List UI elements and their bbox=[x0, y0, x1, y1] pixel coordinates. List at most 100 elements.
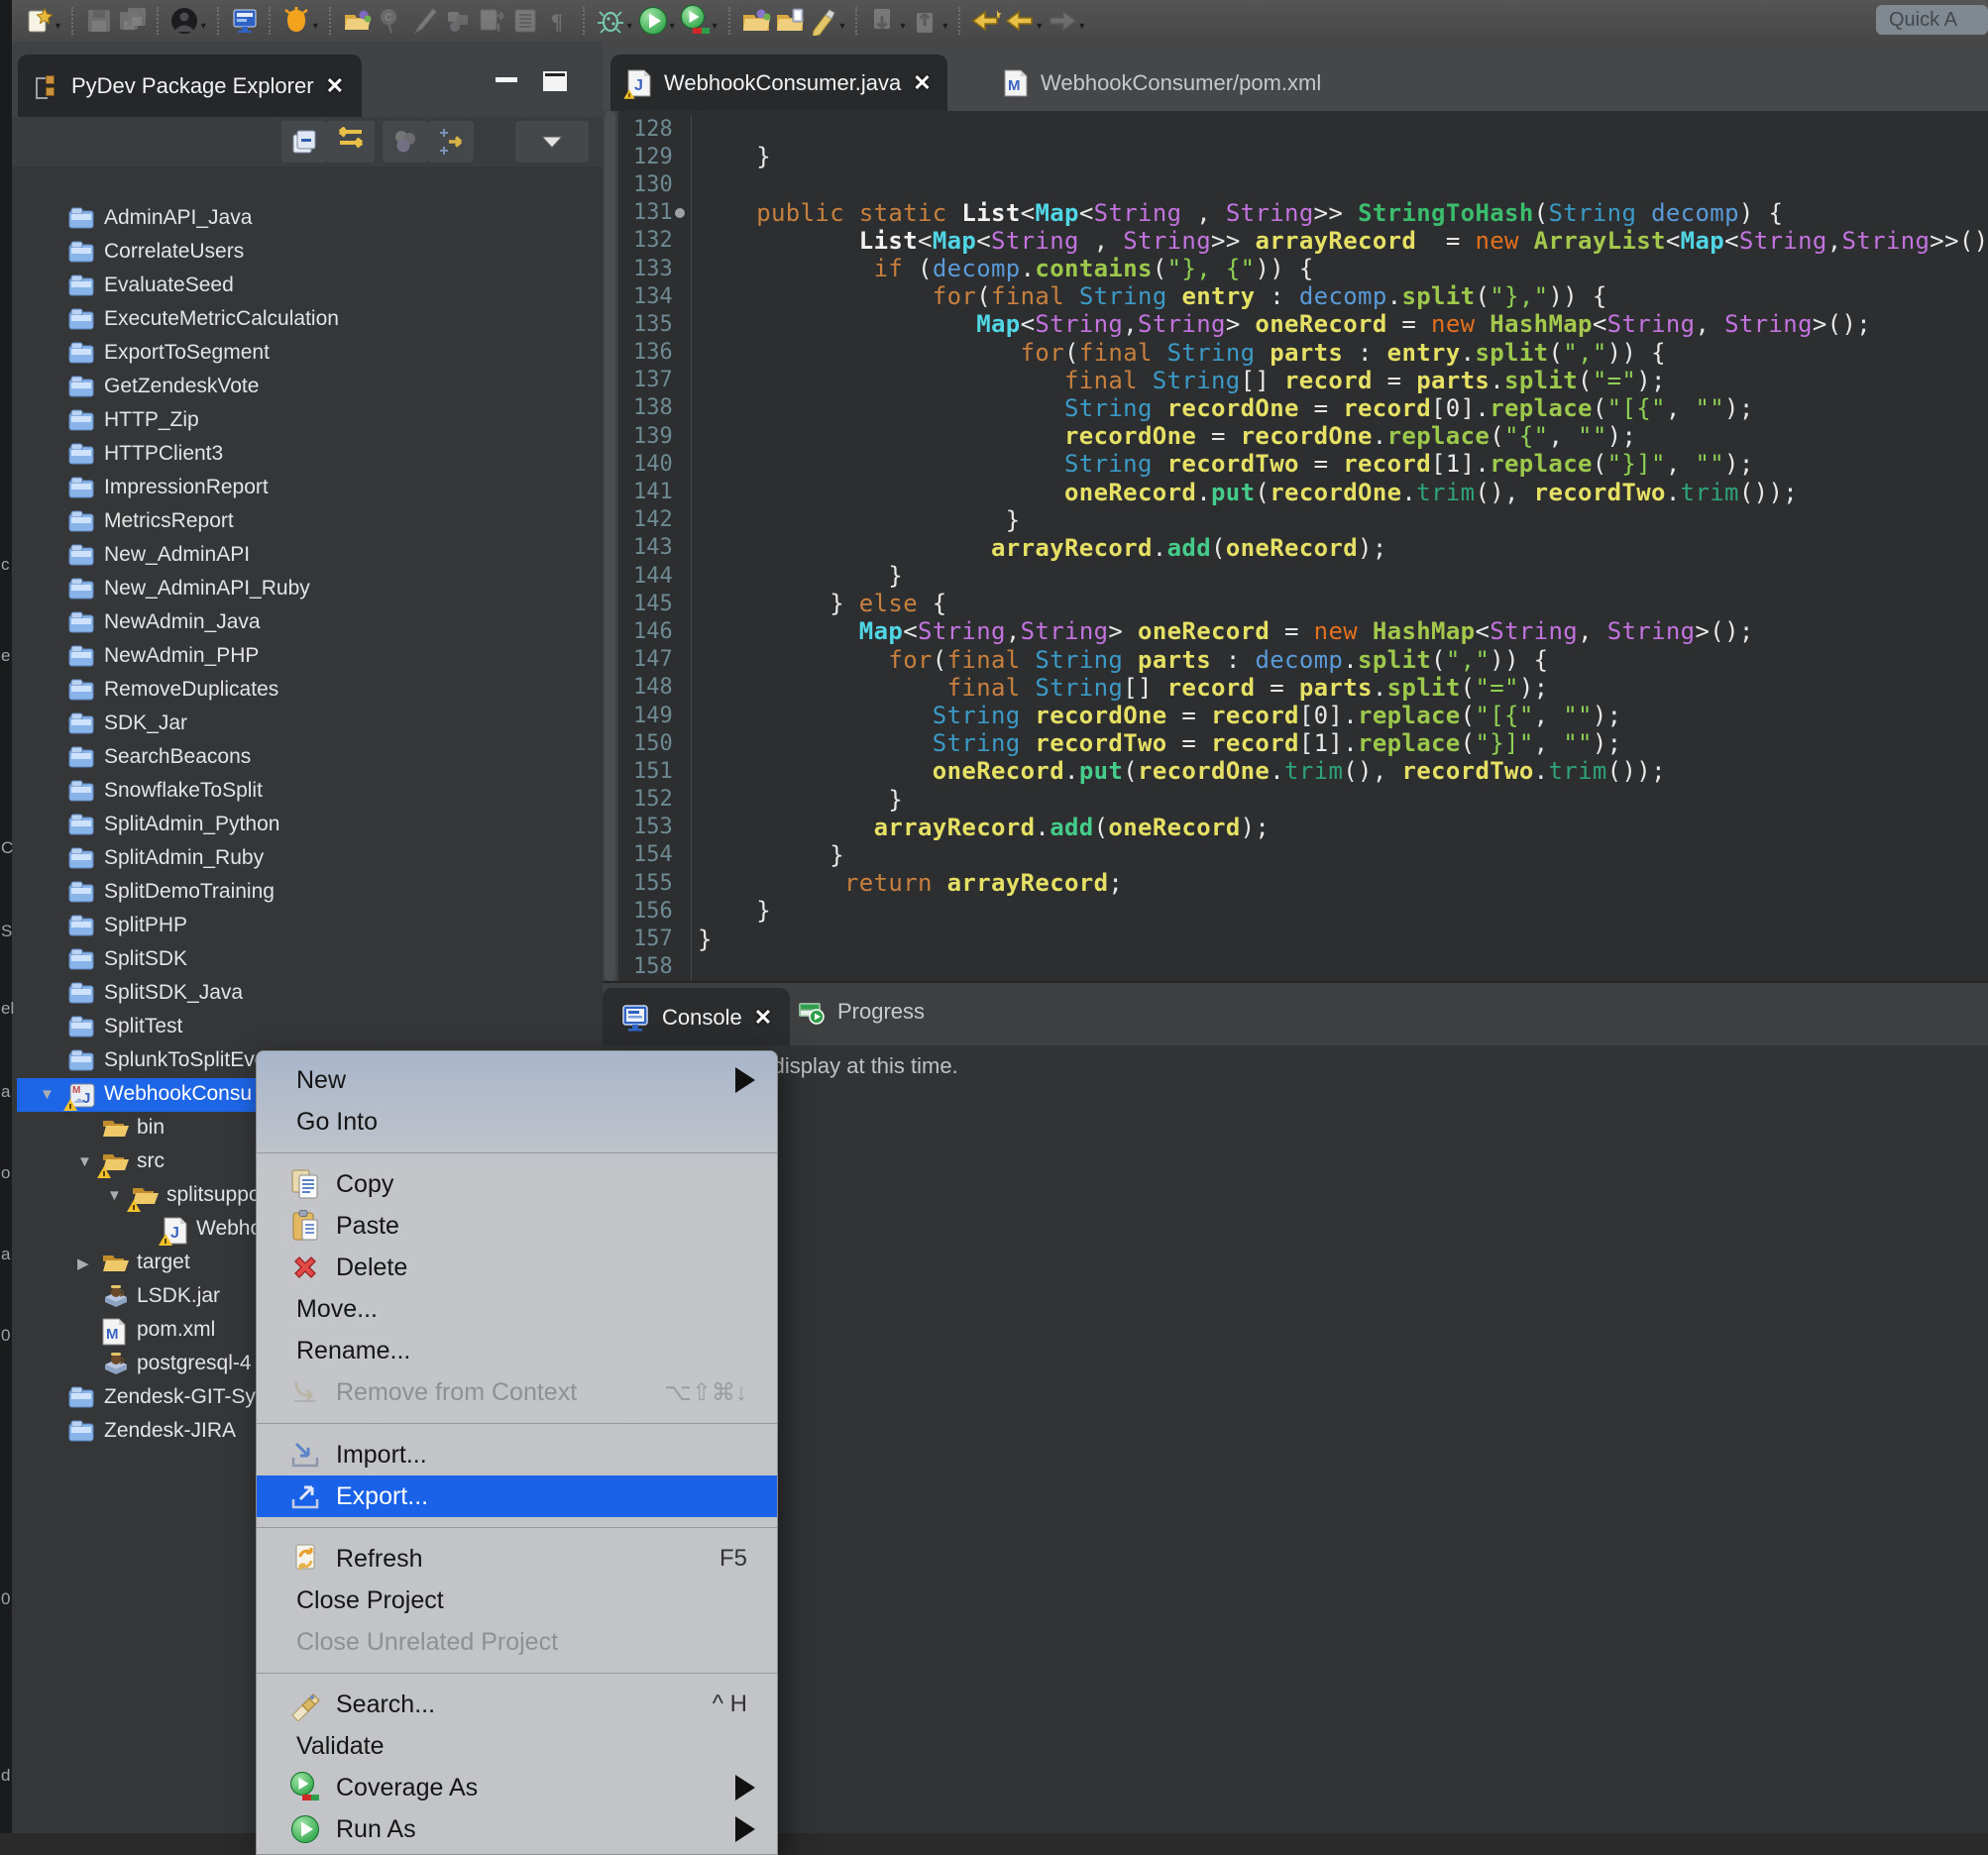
svg-text:M: M bbox=[72, 1085, 80, 1096]
menu-item-copy[interactable]: Copy bbox=[257, 1163, 777, 1205]
menu-item-rename[interactable]: Rename... bbox=[257, 1330, 777, 1371]
mark-occurrences-icon[interactable] bbox=[807, 4, 840, 38]
tree-item-executemetriccalculation[interactable]: ExecuteMetricCalculation bbox=[12, 303, 603, 337]
java-editor[interactable]: 128129 }130131 public static List<Map<St… bbox=[603, 111, 1988, 981]
tab-pydev-package-explorer[interactable]: PyDev Package Explorer ✕ bbox=[18, 55, 362, 117]
tree-item-splittest[interactable]: SplitTest bbox=[12, 1011, 603, 1044]
remote-systems-icon[interactable] bbox=[228, 4, 262, 38]
plugins-icon[interactable] bbox=[441, 4, 475, 38]
menu-item-paste[interactable]: Paste bbox=[257, 1205, 777, 1247]
mylyn-task-icon[interactable] bbox=[279, 4, 313, 38]
tree-item-http-zip[interactable]: HTTP_Zip bbox=[12, 404, 603, 438]
open-clipboard-icon[interactable] bbox=[773, 4, 807, 38]
collapse-arrow-icon[interactable]: ▼ bbox=[107, 1187, 122, 1204]
menu-item-delete[interactable]: Delete bbox=[257, 1247, 777, 1288]
focus-task-icon[interactable] bbox=[428, 121, 474, 163]
menu-item-move[interactable]: Move... bbox=[257, 1288, 777, 1330]
menu-item-export[interactable]: Export... bbox=[257, 1475, 777, 1517]
collapse-arrow-icon[interactable]: ▼ bbox=[40, 1086, 55, 1103]
back-icon[interactable] bbox=[1003, 4, 1037, 38]
tree-item-splitadmin-python[interactable]: SplitAdmin_Python bbox=[12, 809, 603, 842]
last-edit-location-icon[interactable] bbox=[969, 4, 1003, 38]
close-icon[interactable]: ✕ bbox=[913, 70, 931, 96]
menu-item-close-project[interactable]: Close Project bbox=[257, 1580, 777, 1621]
open-resource-icon[interactable] bbox=[739, 4, 773, 38]
open-task-icon[interactable] bbox=[340, 4, 374, 38]
maximize-button[interactable] bbox=[543, 71, 567, 91]
tree-item-newadmin-php[interactable]: NewAdmin_PHP bbox=[12, 640, 603, 674]
tree-item-label: SplitAdmin_Ruby bbox=[104, 846, 264, 870]
team-sync-icon[interactable]: C bbox=[374, 4, 407, 38]
tree-item-splitadmin-ruby[interactable]: SplitAdmin_Ruby bbox=[12, 842, 603, 876]
menu-item-label: Close Project bbox=[296, 1586, 444, 1615]
menu-shortcut: ^ H bbox=[713, 1691, 747, 1718]
tree-item-adminapi-java[interactable]: AdminAPI_Java bbox=[12, 202, 603, 236]
tree-item-newadmin-java[interactable]: NewAdmin_Java bbox=[12, 606, 603, 640]
menu-item-validate[interactable]: Validate bbox=[257, 1725, 777, 1767]
close-icon[interactable]: ✕ bbox=[754, 1005, 772, 1031]
menu-item-search[interactable]: Search...^ H bbox=[257, 1684, 777, 1725]
cut-tool-icon[interactable] bbox=[407, 4, 441, 38]
tree-item-exporttosegment[interactable]: ExportToSegment bbox=[12, 337, 603, 371]
menu-item-go-into[interactable]: Go Into bbox=[257, 1101, 777, 1143]
tree-item-removeduplicates[interactable]: RemoveDuplicates bbox=[12, 674, 603, 708]
background-window-sliver: ceCSelaoa00d bbox=[0, 0, 12, 1833]
debug-icon[interactable] bbox=[594, 4, 627, 38]
menu-item-run-as[interactable]: Run As bbox=[257, 1808, 777, 1850]
next-annotation-icon[interactable] bbox=[866, 4, 900, 38]
line-number: 143 bbox=[619, 534, 692, 562]
tree-item-metricsreport[interactable]: MetricsReport bbox=[12, 505, 603, 539]
tree-item-new-adminapi[interactable]: New_AdminAPI bbox=[12, 539, 603, 573]
code-area: 128129 }130131 public static List<Map<St… bbox=[619, 115, 1988, 981]
menu-item-new[interactable]: New bbox=[257, 1059, 777, 1101]
run-icon[interactable] bbox=[636, 4, 670, 38]
minimize-button[interactable] bbox=[496, 77, 517, 82]
view-menu-icon[interactable] bbox=[515, 121, 589, 163]
tree-item-correlateusers[interactable]: CorrelateUsers bbox=[12, 236, 603, 270]
tree-item-splitphp[interactable]: SplitPHP bbox=[12, 910, 603, 943]
prev-annotation-icon[interactable] bbox=[909, 4, 942, 38]
tree-item-snowflaketosplit[interactable]: SnowflakeToSplit bbox=[12, 775, 603, 809]
tree-item-splitdemotraining[interactable]: SplitDemoTraining bbox=[12, 876, 603, 910]
user-profile-icon[interactable] bbox=[167, 4, 201, 38]
editor-tab-webhookconsumer-pom-xml[interactable]: MWebhookConsumer/pom.xml bbox=[987, 55, 1337, 111]
save-icon[interactable] bbox=[82, 4, 116, 38]
line-number: 145 bbox=[619, 590, 692, 617]
tree-item-evaluateseed[interactable]: EvaluateSeed bbox=[12, 270, 603, 303]
console-tab-console[interactable]: Console✕ bbox=[603, 988, 790, 1047]
svg-text:¶: ¶ bbox=[551, 9, 563, 34]
code-line-158: 158 bbox=[619, 953, 1988, 981]
annotation-ruler[interactable] bbox=[603, 111, 619, 981]
project-icon bbox=[67, 677, 97, 705]
editor-tab-webhookconsumer-java[interactable]: JWebhookConsumer.java✕ bbox=[610, 55, 947, 111]
collapse-arrow-icon[interactable]: ▼ bbox=[77, 1153, 92, 1170]
tree-item-impressionreport[interactable]: ImpressionReport bbox=[12, 472, 603, 505]
tree-item-splitsdk-java[interactable]: SplitSDK_Java bbox=[12, 977, 603, 1011]
expand-arrow-icon[interactable]: ▶ bbox=[77, 1255, 89, 1272]
menu-item-refresh[interactable]: RefreshF5 bbox=[257, 1538, 777, 1580]
tree-item-new-adminapi-ruby[interactable]: New_AdminAPI_Ruby bbox=[12, 573, 603, 606]
line-marker-icon bbox=[675, 208, 685, 218]
close-icon[interactable]: ✕ bbox=[326, 73, 344, 99]
registry-icon[interactable] bbox=[508, 4, 542, 38]
menu-item-import[interactable]: Import... bbox=[257, 1434, 777, 1475]
tree-item-getzendeskvote[interactable]: GetZendeskVote bbox=[12, 371, 603, 404]
new-wizard-icon[interactable] bbox=[22, 4, 55, 38]
console-tab-progress[interactable]: Progress bbox=[796, 997, 925, 1027]
quick-access-box[interactable]: Quick A bbox=[1876, 5, 1988, 35]
forward-icon[interactable] bbox=[1046, 4, 1079, 38]
tree-item-searchbeacons[interactable]: SearchBeacons bbox=[12, 741, 603, 775]
line-number: 148 bbox=[619, 674, 692, 702]
show-whitespace-icon[interactable]: ¶ bbox=[542, 4, 576, 38]
project-icon bbox=[67, 710, 97, 738]
menu-item-coverage-as[interactable]: Coverage As bbox=[257, 1767, 777, 1808]
coverage-icon[interactable] bbox=[679, 4, 713, 38]
tree-item-splitsdk[interactable]: SplitSDK bbox=[12, 943, 603, 977]
save-all-icon[interactable] bbox=[116, 4, 150, 38]
link-with-editor-icon[interactable] bbox=[327, 121, 375, 163]
compare-icon[interactable] bbox=[475, 4, 508, 38]
tree-item-sdk-jar[interactable]: SDK_Jar bbox=[12, 708, 603, 741]
filters-icon[interactable] bbox=[383, 121, 428, 163]
collapse-all-icon[interactable] bbox=[281, 121, 327, 163]
tree-item-httpclient3[interactable]: HTTPClient3 bbox=[12, 438, 603, 472]
